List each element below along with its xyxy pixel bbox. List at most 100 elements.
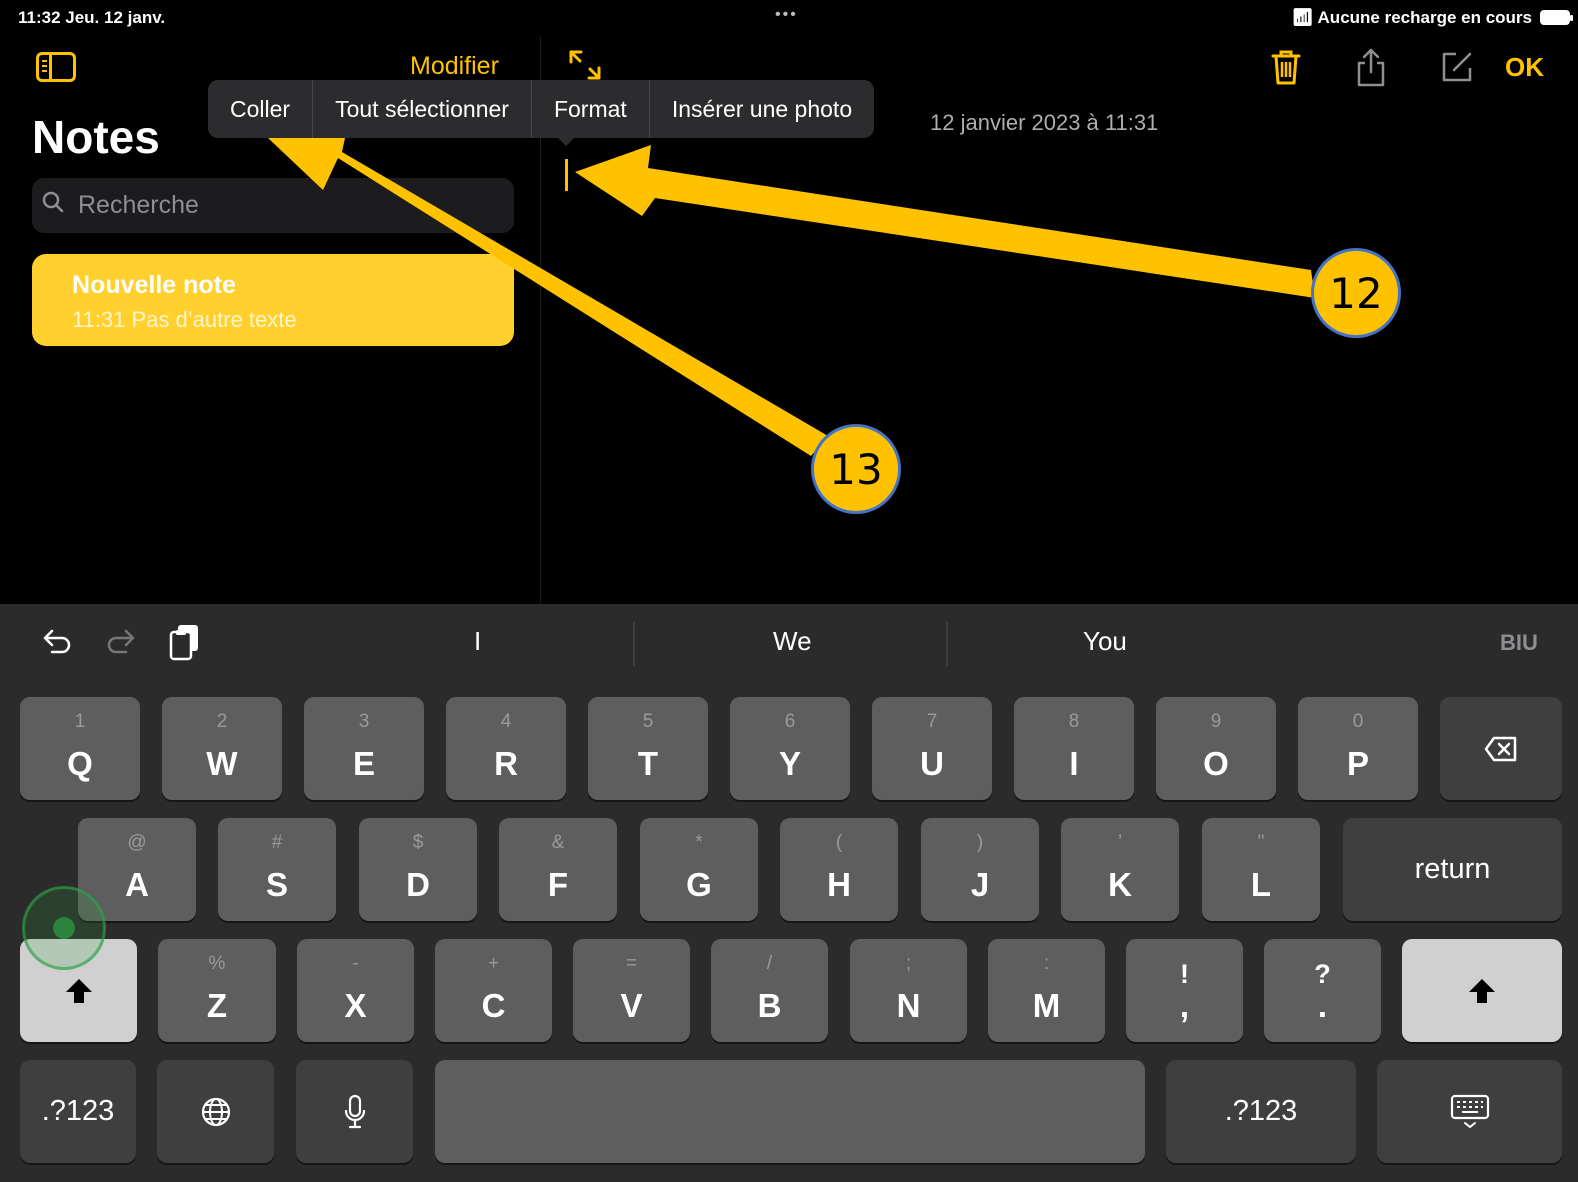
key-hint: % xyxy=(208,953,226,974)
globe-key[interactable] xyxy=(157,1060,274,1163)
key-label: V xyxy=(620,987,643,1024)
key-f[interactable]: & F xyxy=(499,818,617,921)
numbers-key-right[interactable]: .?123 xyxy=(1166,1060,1356,1163)
backspace-key[interactable] xyxy=(1440,697,1562,800)
key-l[interactable]: " L xyxy=(1202,818,1320,921)
key-label: . xyxy=(1317,987,1328,1024)
key-q[interactable]: 1Q xyxy=(20,697,140,800)
key-hint: / xyxy=(766,953,773,974)
return-key[interactable]: return xyxy=(1343,818,1562,921)
charge-status-text: Aucune recharge en cours xyxy=(1317,8,1532,27)
menu-item-paste[interactable]: Coller xyxy=(208,80,314,138)
key-c[interactable]: + C xyxy=(435,939,552,1042)
key-t[interactable]: 5T xyxy=(588,697,708,800)
key-y[interactable]: 6Y xyxy=(730,697,850,800)
key-period[interactable]: ?. xyxy=(1264,939,1381,1042)
key-label: X xyxy=(344,987,367,1024)
assistive-touch-icon[interactable] xyxy=(22,886,106,970)
key-hint: 4 xyxy=(500,711,512,732)
key-b[interactable]: / B xyxy=(711,939,828,1042)
edit-button[interactable]: Modifier xyxy=(410,52,499,81)
compose-icon[interactable] xyxy=(1440,50,1474,84)
key-label: Z xyxy=(206,987,228,1024)
key-hint: ; xyxy=(905,953,912,974)
key-j[interactable]: ) J xyxy=(921,818,1039,921)
key-x[interactable]: -X xyxy=(297,939,414,1042)
undo-icon[interactable] xyxy=(40,626,74,660)
key-hint: ? xyxy=(1314,959,1331,989)
key-u[interactable]: 7U xyxy=(872,697,992,800)
key-label: C xyxy=(481,987,506,1024)
key-label: , xyxy=(1179,987,1190,1024)
note-title: Nouvelle note xyxy=(72,271,236,299)
key-label: P xyxy=(1346,745,1369,782)
key-s[interactable]: # S xyxy=(218,818,336,921)
shift-icon xyxy=(1469,978,1495,1003)
note-meta: 11:31 Pas d’autre texte xyxy=(72,307,297,332)
key-hint: 2 xyxy=(216,711,228,732)
key-label: T xyxy=(637,745,659,782)
key-label: H xyxy=(827,866,851,903)
key-r[interactable]: 4R xyxy=(446,697,566,800)
key-label: E xyxy=(352,745,375,782)
key-hint: 5 xyxy=(642,711,654,732)
key-comma[interactable]: !, xyxy=(1126,939,1243,1042)
hide-keyboard-key[interactable] xyxy=(1377,1060,1562,1163)
suggestion-divider xyxy=(946,622,948,666)
key-label: J xyxy=(970,866,990,903)
key-hint: : xyxy=(1043,953,1050,974)
numbers-key-left[interactable]: .?123 xyxy=(20,1060,136,1163)
key-label: A xyxy=(125,866,149,903)
multitasking-dots[interactable]: ••• xyxy=(775,6,798,24)
battery-icon xyxy=(1540,10,1573,25)
key-label: F xyxy=(547,866,569,903)
dictation-key[interactable] xyxy=(296,1060,413,1163)
key-hint: @ xyxy=(127,832,147,853)
suggestion-2[interactable]: We xyxy=(773,626,812,657)
key-hint: ) xyxy=(976,832,984,853)
share-icon[interactable] xyxy=(1355,48,1387,88)
key-hint: 7 xyxy=(926,711,938,732)
suggestion-1[interactable]: I xyxy=(474,626,481,657)
key-hint: * xyxy=(695,832,703,853)
edit-context-menu: Coller Tout sélectionner Format Insérer … xyxy=(208,80,875,138)
shift-right-key[interactable] xyxy=(1402,939,1562,1042)
key-o[interactable]: 9O xyxy=(1156,697,1276,800)
clipboard-icon[interactable] xyxy=(168,622,202,662)
menu-item-insert-photo[interactable]: Insérer une photo xyxy=(650,80,874,138)
list-item[interactable]: Nouvelle note 11:31 Pas d’autre texte xyxy=(32,254,514,346)
key-m[interactable]: :M xyxy=(988,939,1105,1042)
key-p[interactable]: 0P xyxy=(1298,697,1418,800)
trash-icon[interactable] xyxy=(1270,48,1302,86)
key-hint: & xyxy=(551,832,565,853)
key-h[interactable]: (H xyxy=(780,818,898,921)
key-hint: ( xyxy=(835,832,843,853)
key-hint: = xyxy=(625,953,638,974)
key-k[interactable]: ’ K xyxy=(1061,818,1179,921)
menu-item-format[interactable]: Format xyxy=(532,80,650,138)
callout-12: 12 xyxy=(1311,248,1401,338)
suggestion-divider xyxy=(633,622,635,666)
key-d[interactable]: $ D xyxy=(359,818,477,921)
key-label: O xyxy=(1203,745,1229,782)
text-format-button[interactable]: BIU xyxy=(1500,630,1538,656)
key-g[interactable]: * G xyxy=(640,818,758,921)
key-v[interactable]: = V xyxy=(573,939,690,1042)
key-i[interactable]: 8I xyxy=(1014,697,1134,800)
key-n[interactable]: ; N xyxy=(850,939,967,1042)
sidebar-toggle-icon[interactable] xyxy=(36,52,76,82)
key-e[interactable]: 3E xyxy=(304,697,424,800)
key-label: Y xyxy=(778,745,801,782)
page-title: Notes xyxy=(32,111,160,163)
key-hint: 9 xyxy=(1210,711,1222,732)
done-button[interactable]: OK xyxy=(1505,52,1544,83)
key-w[interactable]: 2W xyxy=(162,697,282,800)
key-z[interactable]: % Z xyxy=(158,939,276,1042)
text-cursor[interactable] xyxy=(565,159,568,191)
key-label: B xyxy=(757,987,782,1024)
redo-icon[interactable] xyxy=(104,626,138,660)
callout-13: 13 xyxy=(811,424,901,514)
space-bar[interactable] xyxy=(435,1060,1145,1163)
menu-item-select-all[interactable]: Tout sélectionner xyxy=(313,80,532,138)
suggestion-3[interactable]: You xyxy=(1083,626,1127,657)
